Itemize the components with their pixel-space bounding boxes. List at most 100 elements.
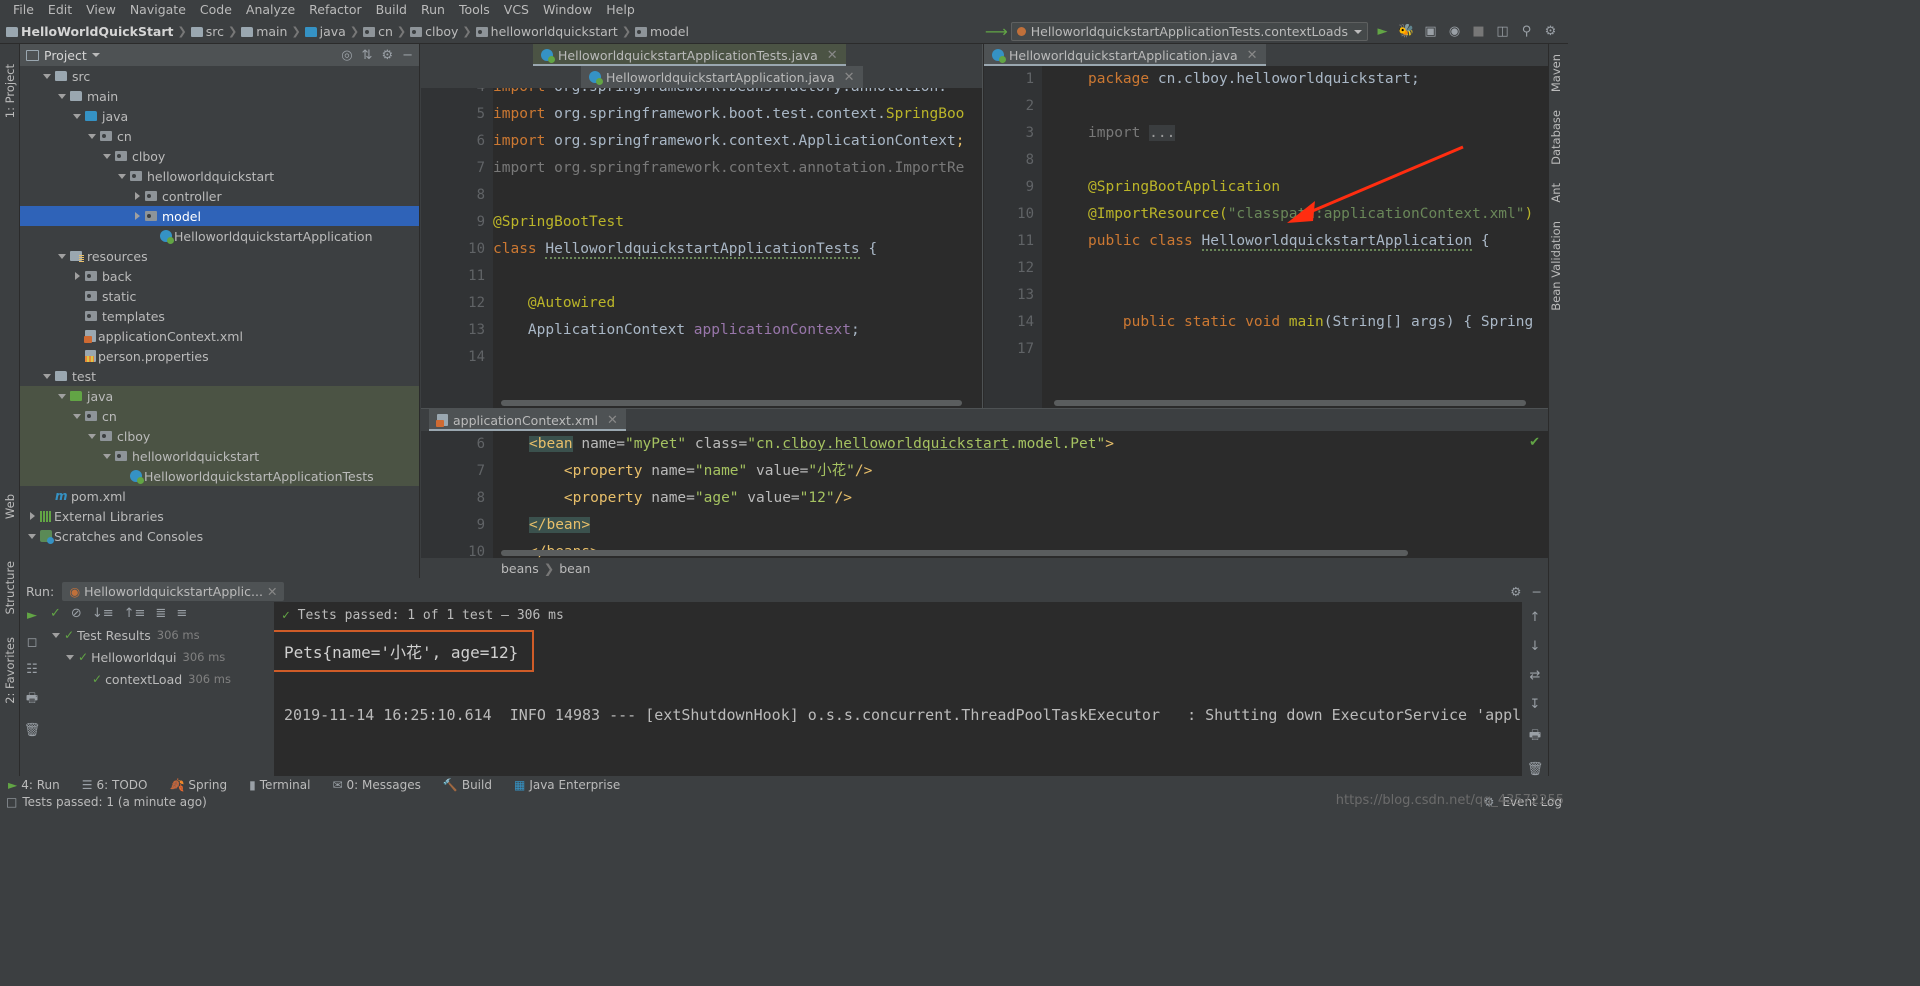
menu-item-navigate[interactable]: Navigate bbox=[123, 0, 193, 20]
chevron-down-icon[interactable] bbox=[28, 531, 38, 541]
trash-icon[interactable]: 🗑 bbox=[24, 723, 41, 738]
sidebar-item-ant[interactable]: Ant bbox=[1549, 183, 1568, 207]
chevron-down-icon[interactable] bbox=[88, 131, 98, 141]
breadcrumb-item-model[interactable]: model bbox=[650, 24, 689, 39]
breadcrumb-item-main[interactable]: main bbox=[256, 24, 287, 39]
close-icon[interactable]: ✕ bbox=[1247, 48, 1258, 63]
tab-helloworldquickstartapplicationtests[interactable]: HelloworldquickstartApplicationTests.jav… bbox=[533, 44, 846, 66]
sort-duration-icon[interactable]: ↑≡ bbox=[124, 606, 146, 621]
run-icon[interactable]: ► bbox=[1373, 22, 1392, 41]
bottom-item-spring[interactable]: 🍂 Spring bbox=[165, 778, 231, 792]
code-editor-right[interactable]: 1 2 3 8 9 10 11 12 13 14 17 package cn.c… bbox=[984, 66, 1548, 408]
gutter-xml[interactable]: 6 7 8 9 10 bbox=[421, 431, 493, 558]
profile-icon[interactable]: ◉ bbox=[1445, 22, 1464, 41]
chevron-down-icon[interactable] bbox=[118, 171, 128, 181]
menu-item-view[interactable]: View bbox=[79, 0, 123, 20]
soft-wrap-icon[interactable]: ⇄ bbox=[1530, 668, 1541, 683]
sidebar-item-bean-validation[interactable]: Bean Validation bbox=[1549, 221, 1568, 315]
chevron-down-icon[interactable] bbox=[58, 91, 68, 101]
close-icon[interactable]: ✕ bbox=[844, 70, 855, 85]
menu-item-vcs[interactable]: VCS bbox=[497, 0, 536, 20]
close-icon[interactable]: ✕ bbox=[607, 413, 618, 428]
tree-node-static[interactable]: static bbox=[20, 286, 419, 306]
menu-item-code[interactable]: Code bbox=[193, 0, 239, 20]
chevron-down-icon[interactable] bbox=[88, 431, 98, 441]
settings-gear-icon[interactable]: ⚙ bbox=[381, 48, 393, 63]
editor-horizontal-scrollbar-right[interactable] bbox=[1054, 400, 1526, 406]
coverage-icon[interactable]: ▣ bbox=[1421, 22, 1440, 41]
bottom-item-run[interactable]: ► 4: Run bbox=[4, 778, 64, 792]
chevron-down-icon[interactable] bbox=[43, 71, 53, 81]
sidebar-item-project[interactable]: 1: Project bbox=[0, 58, 19, 124]
dump-threads-icon[interactable]: ☷ bbox=[26, 662, 38, 677]
hide-icon[interactable]: − bbox=[402, 48, 413, 63]
editor-horizontal-scrollbar[interactable] bbox=[501, 400, 962, 406]
search-icon[interactable]: ⚲ bbox=[1517, 22, 1536, 41]
tree-node-helloworldquickstart[interactable]: helloworldquickstart bbox=[20, 446, 419, 466]
chevron-down-icon[interactable] bbox=[103, 451, 113, 461]
sidebar-item-web[interactable]: Web bbox=[0, 488, 19, 525]
tree-node-java[interactable]: java bbox=[20, 386, 419, 406]
chevron-down-icon[interactable] bbox=[91, 53, 100, 57]
test-results-tree[interactable]: ✓ Test Results 306 ms ✓ Helloworldqui 306 ms ✓… bbox=[44, 624, 274, 690]
locate-icon[interactable]: ◎ bbox=[341, 48, 352, 63]
breadcrumb-project[interactable]: HelloWorldQuickStart bbox=[21, 24, 174, 39]
bottom-item-todo[interactable]: ☰ 6: TODO bbox=[78, 778, 152, 792]
print-icon[interactable]: 🖶 bbox=[1529, 726, 1541, 748]
breadcrumb-item-cn[interactable]: cn bbox=[378, 24, 393, 39]
chevron-down-icon[interactable] bbox=[103, 151, 113, 161]
breadcrumb-beans[interactable]: beans bbox=[501, 561, 539, 576]
chevron-right-icon[interactable] bbox=[133, 211, 143, 221]
menu-item-edit[interactable]: Edit bbox=[41, 0, 79, 20]
sidebar-item-database[interactable]: Database bbox=[1549, 110, 1568, 169]
collapse-all-icon[interactable]: ≡ bbox=[176, 606, 187, 621]
run-console[interactable]: ✓ Tests passed: 1 of 1 test – 306 ms Pet… bbox=[274, 602, 1522, 780]
tree-node-java[interactable]: java bbox=[20, 106, 419, 126]
scroll-down-icon[interactable]: ↓ bbox=[1530, 639, 1541, 654]
minimize-icon[interactable]: − bbox=[1532, 584, 1542, 599]
tab-applicationcontext-xml[interactable]: applicationContext.xml ✕ bbox=[429, 409, 626, 431]
stop-icon[interactable]: ◻ bbox=[27, 635, 38, 650]
chevron-down-icon[interactable] bbox=[73, 111, 83, 121]
bottom-item-terminal[interactable]: ▮ Terminal bbox=[245, 778, 314, 792]
tree-node-clboy[interactable]: clboy bbox=[20, 146, 419, 166]
test-node-helloworldqui[interactable]: ✓ Helloworldqui 306 ms bbox=[44, 646, 274, 668]
close-icon[interactable]: ✕ bbox=[267, 584, 277, 599]
tab-helloworldquickstartapplication-right[interactable]: HelloworldquickstartApplication.java ✕ bbox=[984, 44, 1266, 66]
sidebar-item-favorites[interactable]: 2: Favorites bbox=[0, 631, 19, 710]
settings-gear-icon[interactable]: ⚙ bbox=[1510, 584, 1521, 599]
sort-alpha-icon[interactable]: ↓≡ bbox=[92, 606, 114, 621]
menu-item-file[interactable]: File bbox=[6, 0, 41, 20]
chevron-right-icon[interactable] bbox=[73, 271, 83, 281]
breadcrumb-item-java[interactable]: java bbox=[320, 24, 346, 39]
sidebar-item-maven[interactable]: Maven bbox=[1549, 54, 1568, 96]
project-tree[interactable]: src main java cn clboy helloworldquickstart co… bbox=[20, 66, 419, 578]
tree-node-helloworldquickstart[interactable]: helloworldquickstart bbox=[20, 166, 419, 186]
tree-node-templates[interactable]: templates bbox=[20, 306, 419, 326]
chevron-right-icon[interactable] bbox=[28, 511, 38, 521]
test-node-test-results[interactable]: ✓ Test Results 306 ms bbox=[44, 624, 274, 646]
run-config-tab[interactable]: ◉ HelloworldquickstartApplic... ✕ bbox=[62, 581, 285, 601]
menu-item-run[interactable]: Run bbox=[414, 0, 452, 20]
chevron-down-icon[interactable] bbox=[43, 371, 53, 381]
chevron-down-icon[interactable] bbox=[66, 652, 76, 662]
hide-passed-icon[interactable]: ⊘ bbox=[71, 606, 82, 621]
expand-all-icon[interactable]: ≣ bbox=[155, 606, 166, 621]
test-node-contextload[interactable]: ✓ contextLoad 306 ms bbox=[44, 668, 274, 690]
rerun-tests-icon[interactable]: ✓ bbox=[50, 606, 61, 621]
tree-node-scratches-and-consoles[interactable]: Scratches and Consoles bbox=[20, 526, 419, 546]
sidebar-item-structure[interactable]: Structure bbox=[0, 555, 19, 621]
menu-item-help[interactable]: Help bbox=[599, 0, 642, 20]
breadcrumb-item-clboy[interactable]: clboy bbox=[425, 24, 458, 39]
tree-node-cn[interactable]: cn bbox=[20, 406, 419, 426]
bottom-item-messages[interactable]: ✉ 0: Messages bbox=[328, 778, 424, 792]
bottom-item-java-enterprise[interactable]: ▦ Java Enterprise bbox=[510, 778, 624, 792]
breadcrumb-bean[interactable]: bean bbox=[559, 561, 590, 576]
chevron-down-icon[interactable] bbox=[58, 391, 68, 401]
breadcrumb-item-helloworldquickstart[interactable]: helloworldquickstart bbox=[491, 24, 618, 39]
tab-helloworldquickstartapplication-left[interactable]: HelloworldquickstartApplication.java ✕ bbox=[581, 66, 863, 88]
inspection-ok-icon[interactable]: ✔ bbox=[1529, 435, 1540, 450]
run-configuration-selector[interactable]: HelloworldquickstartApplicationTests.con… bbox=[1010, 22, 1368, 41]
back-arrow-icon[interactable]: ⟶ bbox=[985, 22, 1008, 41]
collapse-all-icon[interactable]: ⇅ bbox=[362, 48, 373, 63]
